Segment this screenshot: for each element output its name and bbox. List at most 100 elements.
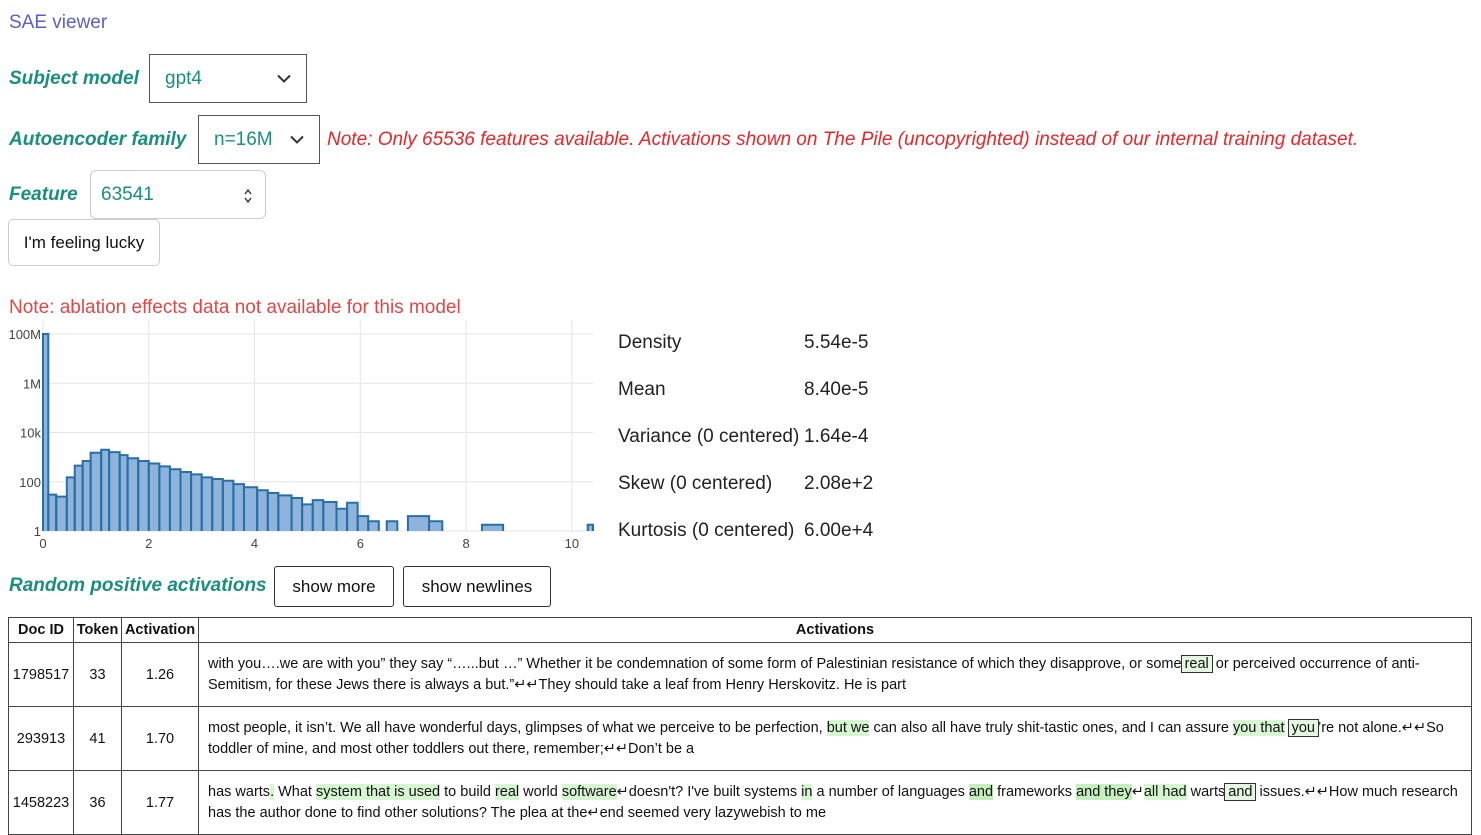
token-text: What (274, 783, 316, 800)
token-highlighted: and (968, 783, 994, 800)
stat-label: Mean (618, 379, 666, 400)
histogram-bar (56, 496, 67, 531)
header-activation: Activation (121, 617, 199, 643)
stat-label: Density (618, 332, 682, 353)
cell-doc-id: 293913 (8, 706, 74, 771)
cell-activation-text: with you….we are with you” they say “…..… (198, 642, 1472, 707)
token-highlighted: in (801, 783, 813, 800)
y-tick-label: 100 (19, 475, 41, 490)
y-tick-label: 10k (20, 426, 41, 441)
histogram-bar (180, 471, 192, 531)
cell-activation: 1.26 (121, 642, 199, 707)
show-more-button[interactable]: show more (274, 566, 394, 607)
token-highlighted: but we (826, 719, 870, 736)
histogram-bar (119, 455, 128, 531)
histogram-bar (222, 480, 234, 531)
token-text: warts (1186, 783, 1226, 800)
feature-label: Feature (9, 184, 78, 205)
table-header-row: Doc ID Token Activation Activations (8, 617, 1472, 643)
header-doc-id: Doc ID (8, 617, 74, 643)
y-tick-label: 1M (23, 376, 41, 391)
cell-activation: 1.70 (121, 706, 199, 771)
token-text: a number of languages (812, 783, 969, 800)
spinner-arrows-icon[interactable] (243, 187, 253, 205)
histogram-bar (323, 502, 337, 531)
autoencoder-family-value: n=16M (214, 128, 273, 150)
cell-activation: 1.77 (121, 770, 199, 835)
subject-model-value: gpt4 (165, 67, 202, 89)
show-newlines-button[interactable]: show newlines (403, 566, 551, 607)
table-row[interactable]: 1458223 36 1.77 has warts. What system t… (8, 770, 1472, 835)
feature-value: 63541 (101, 183, 154, 205)
token-highlighted: software (561, 783, 617, 800)
histogram-bar (291, 497, 303, 531)
token-text: world (519, 783, 562, 800)
histogram-bar (138, 460, 149, 531)
autoencoder-family-select[interactable]: n=16M (198, 115, 320, 164)
stat-label: Kurtosis (0 centered) (618, 520, 795, 541)
x-tick-label: 8 (462, 536, 469, 551)
token-text: can also all have truly shit-tastic ones… (869, 719, 1233, 736)
token-span[interactable]: with you….we are with you” they say “…..… (208, 654, 1420, 693)
token-text: ↵ (1131, 783, 1144, 800)
x-tick-label: 10 (565, 536, 579, 551)
token-text: ↵doesn't? I've built systems (616, 783, 802, 800)
token-highlighted: all had (1143, 783, 1187, 800)
token-max-activation: you (1287, 718, 1319, 737)
histogram-bar (169, 469, 181, 531)
cell-activation-text: most people, it isn’t. We all have wonde… (198, 706, 1472, 771)
histogram-bar (386, 521, 398, 531)
histogram-bar (90, 452, 102, 531)
token-span[interactable]: has warts. What system that is used to b… (208, 782, 1458, 821)
activation-histogram: 100M1M10k10010 2 4 6 8 10 (8, 320, 594, 551)
x-tick-label: 2 (145, 536, 152, 551)
histogram-bar (278, 495, 292, 531)
stat-value: 2.08e+2 (804, 473, 874, 494)
feature-input[interactable]: 63541 (90, 170, 266, 219)
token-max-activation: real (1180, 654, 1213, 673)
histogram-bar (368, 521, 379, 531)
histogram-bar (257, 490, 268, 531)
histogram-bar (159, 466, 170, 531)
stat-value: 1.64e-4 (804, 426, 869, 447)
histogram-bar (267, 492, 279, 531)
ablation-note: Note: ablation effects data not availabl… (9, 297, 461, 318)
token-span[interactable]: most people, it isn’t. We all have wonde… (208, 718, 1444, 757)
stat-value: 8.40e-5 (804, 379, 869, 400)
cell-doc-id: 1458223 (8, 770, 74, 835)
subject-model-select[interactable]: gpt4 (149, 54, 307, 103)
table-row[interactable]: 293913 41 1.70 most people, it isn’t. We… (8, 706, 1472, 771)
token-highlighted: you that (1232, 719, 1285, 736)
token-max-activation: and (1224, 782, 1257, 801)
table-row[interactable]: 1798517 33 1.26 with you….we are with yo… (8, 642, 1472, 707)
histogram-bar (302, 504, 313, 531)
token-text: has warts (208, 783, 271, 800)
histogram-bar (148, 463, 160, 531)
chevron-down-icon (290, 135, 304, 144)
histogram-bar (243, 487, 258, 531)
token-text: with you….we are with you” they say “…..… (208, 655, 1182, 672)
histogram-bar (48, 494, 57, 531)
token-text: frameworks (993, 783, 1077, 800)
histogram-bar (312, 500, 324, 531)
cell-token: 41 (73, 706, 122, 771)
histogram-bar (336, 508, 348, 531)
app-title: SAE viewer (9, 12, 108, 33)
token-text: to build (440, 783, 495, 800)
chevron-down-icon (277, 74, 291, 83)
feeling-lucky-button[interactable]: I'm feeling lucky (8, 219, 160, 266)
histogram-bar (429, 521, 443, 531)
header-activations: Activations (198, 617, 1472, 643)
histogram-bar (191, 474, 202, 531)
histogram-bar (74, 465, 83, 531)
histogram-bar (127, 458, 139, 531)
token-highlighted: real (494, 783, 520, 800)
histogram-bar (66, 477, 75, 531)
x-tick-label: 6 (357, 536, 364, 551)
cell-doc-id: 1798517 (8, 642, 74, 707)
stat-label: Skew (0 centered) (618, 473, 773, 494)
stat-label: Variance (0 centered) (618, 426, 800, 447)
random-activations-title: Random positive activations (9, 575, 267, 596)
feature-availability-note: Note: Only 65536 features available. Act… (327, 129, 1359, 150)
